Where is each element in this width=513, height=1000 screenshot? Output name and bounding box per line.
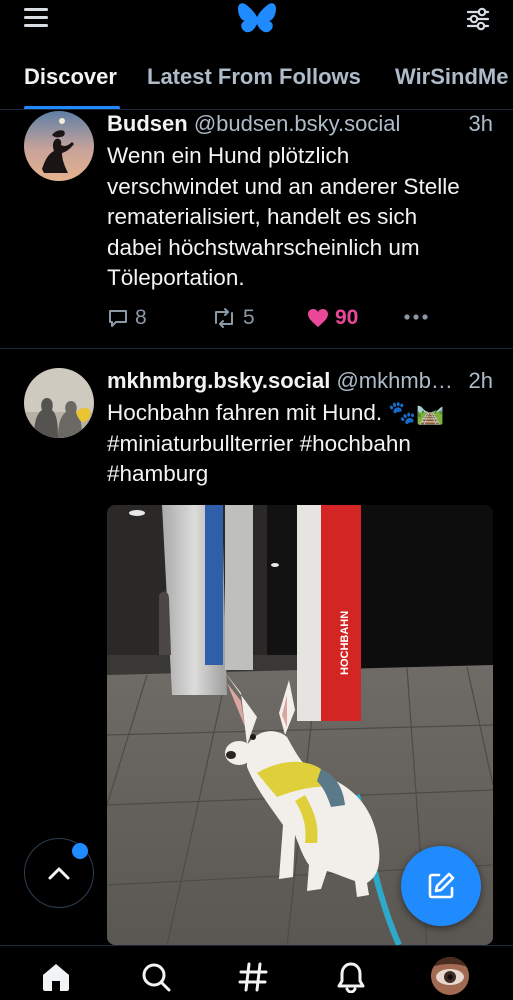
tab-wirsindme[interactable]: WirSindMe [395, 64, 508, 90]
post-text-line: dabei höchstwahrscheinlich um [107, 234, 420, 260]
bottom-navigation [0, 945, 513, 1000]
nav-search[interactable] [139, 960, 173, 994]
more-options-button[interactable] [403, 306, 435, 328]
hamburger-menu-icon[interactable] [24, 8, 48, 30]
feed-post[interactable]: Budsen @budsen.bsky.social 3h Wenn ein H… [0, 111, 513, 349]
like-count: 90 [335, 306, 359, 329]
reply-button[interactable]: 8 [107, 306, 147, 330]
post-text-line: Töleportation. [107, 265, 245, 290]
search-icon [142, 963, 171, 992]
author-display-name[interactable]: mkhmbrg.bsky.social [107, 368, 330, 393]
avatar[interactable] [24, 111, 94, 181]
active-tab-indicator [24, 106, 120, 109]
top-bar [0, 0, 513, 40]
compose-pencil-icon [428, 872, 455, 899]
post-text: Wenn ein Hund plötzlich verschwindet und… [107, 141, 495, 294]
post-text-line[interactable]: #hamburg [107, 459, 495, 490]
post-text-line: Hochbahn fahren mit Hund. 🐾🛤️ [107, 400, 445, 425]
tab-discover[interactable]: Discover [24, 64, 117, 90]
post-text: Hochbahn fahren mit Hund. 🐾🛤️ #miniaturb… [107, 398, 495, 490]
nav-profile[interactable] [430, 956, 470, 996]
chevron-up-icon [48, 867, 70, 880]
nav-feeds[interactable] [236, 960, 270, 994]
author-handle[interactable]: @budsen.bsky.social [194, 111, 401, 136]
repost-icon [215, 308, 233, 328]
notifications-bell-icon [337, 962, 365, 993]
sliders-icon[interactable] [465, 6, 491, 32]
compose-post-button[interactable] [401, 846, 481, 926]
post-header: Budsen @budsen.bsky.social 3h [107, 111, 493, 137]
profile-avatar-icon [431, 957, 469, 995]
like-button[interactable]: 90 [307, 306, 358, 330]
heart-filled-icon [308, 309, 328, 327]
avatar[interactable] [24, 368, 94, 438]
post-text-line[interactable]: #miniaturbullterrier #hochbahn [107, 429, 495, 460]
feed-tabs: Discover Latest From Follows WirSindMe [0, 44, 513, 110]
repost-count: 5 [243, 306, 255, 329]
tab-latest-from-follows[interactable]: Latest From Follows [147, 64, 361, 90]
repost-button[interactable]: 5 [211, 306, 255, 330]
post-header: mkhmbrg.bsky.social @mkhmb… 2h [107, 368, 493, 394]
author-handle[interactable]: @mkhmb… [336, 368, 452, 393]
hashtag-feeds-icon [238, 962, 268, 992]
new-posts-indicator-dot [72, 843, 88, 859]
post-timestamp[interactable]: 3h [469, 111, 493, 137]
post-text-line: Wenn ein Hund plötzlich [107, 143, 350, 168]
reply-bubble-icon [109, 310, 127, 327]
post-actions: 8 5 90 [107, 306, 495, 336]
reply-count: 8 [135, 306, 147, 329]
post-timestamp[interactable]: 2h [469, 368, 493, 394]
nav-notifications[interactable] [334, 960, 368, 994]
post-text-line: rematerialisiert, handelt es sich [107, 204, 418, 229]
home-icon [43, 964, 69, 991]
post-text-line: verschwindet und an anderer Stelle [107, 173, 460, 199]
author-display-name[interactable]: Budsen [107, 111, 188, 136]
hochbahn-sign-text: HOCHBAHN [339, 611, 351, 675]
butterfly-logo-icon[interactable] [236, 2, 278, 38]
nav-home[interactable] [39, 960, 73, 994]
more-dots-icon [404, 314, 428, 320]
